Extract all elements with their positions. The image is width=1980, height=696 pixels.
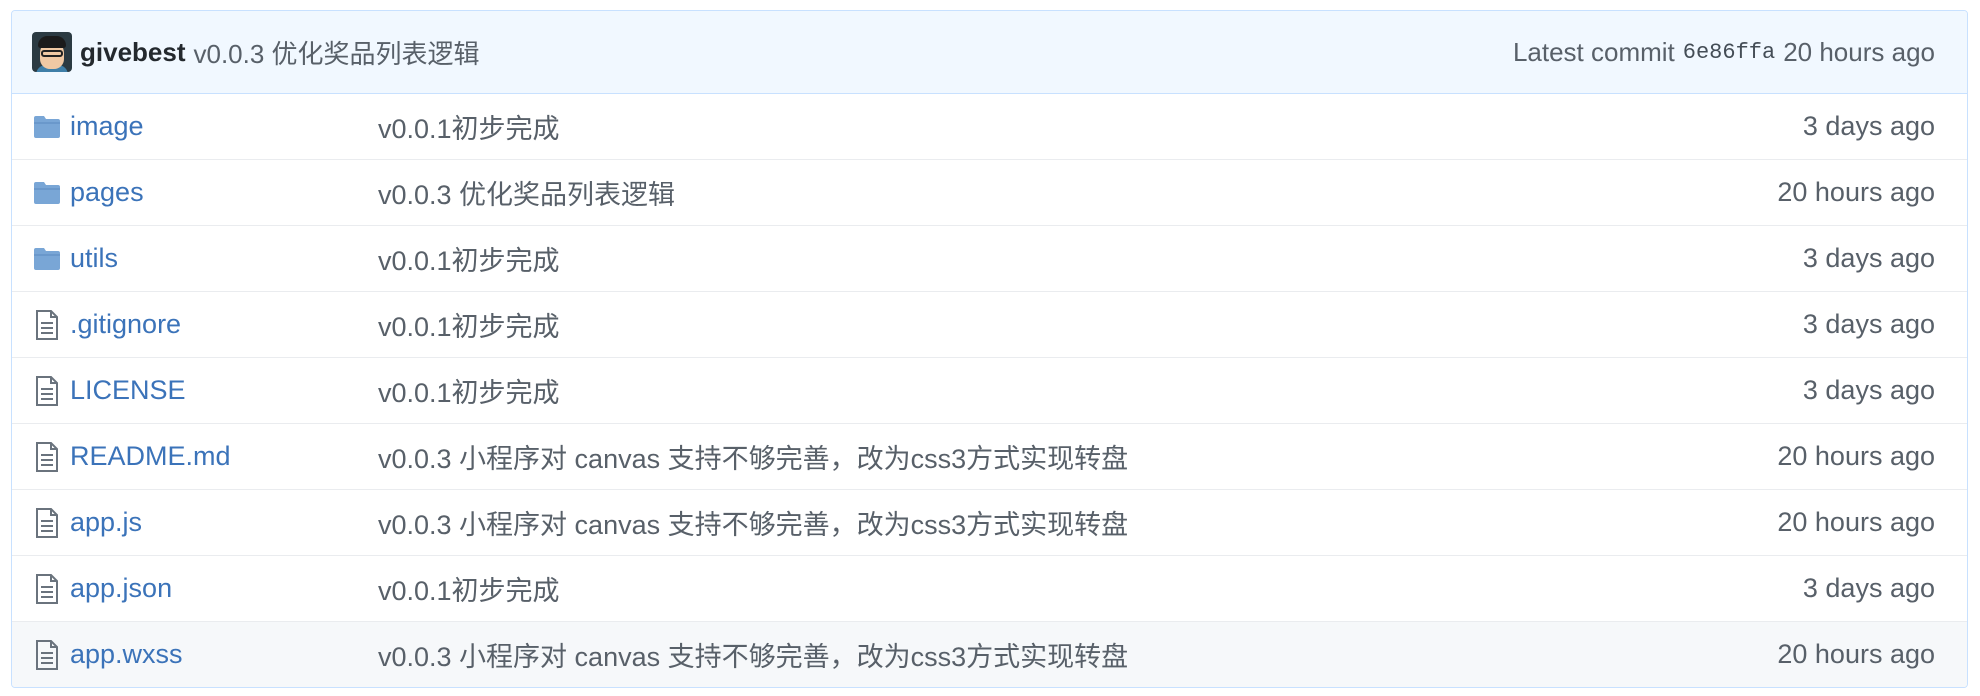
file-name-link[interactable]: .gitignore [70,309,378,340]
file-name-link[interactable]: README.md [70,441,378,472]
file-name-link[interactable]: app.json [70,573,378,604]
file-rows: image v0.0.1初步完成 3 days ago pages v0.0.3 优化奖… [12,94,1967,687]
file-age: 3 days ago [1802,309,1935,339]
commit-sha-link[interactable]: 6e86ffa [1683,40,1775,65]
file-commit-message-link[interactable]: v0.0.1初步完成 [378,371,1803,410]
file-commit-message-link[interactable]: v0.0.1初步完成 [378,305,1803,344]
file-icon [32,375,62,406]
file-age: 20 hours ago [1777,441,1935,471]
file-commit-message-link[interactable]: v0.0.3 小程序对 canvas 支持不够完善，改为css3方式实现转盘 [378,503,1777,542]
file-age: 20 hours ago [1777,177,1935,207]
file-icon [32,507,62,538]
file-icon [32,309,62,340]
commit-author-link[interactable]: givebest [80,37,186,68]
file-icon [32,573,62,604]
file-age: 3 days ago [1802,375,1935,405]
file-row[interactable]: README.md v0.0.3 小程序对 canvas 支持不够完善，改为css… [12,423,1967,489]
file-list: givebest v0.0.3 优化奖品列表逻辑 Latest commit 6… [11,10,1968,688]
latest-commit-label: Latest commit [1512,36,1675,67]
file-commit-message-link[interactable]: v0.0.3 小程序对 canvas 支持不够完善，改为css3方式实现转盘 [378,635,1777,674]
commit-message-link[interactable]: v0.0.3 优化奖品列表逻辑 [194,34,480,71]
file-age: 3 days ago [1802,243,1935,273]
file-row[interactable]: app.json v0.0.1初步完成 3 days ago [12,555,1967,621]
folder-icon [32,178,62,208]
file-name-link[interactable]: pages [70,177,378,208]
file-age: 20 hours ago [1777,507,1935,537]
file-name-link[interactable]: utils [70,243,378,274]
file-age: 3 days ago [1802,111,1935,141]
file-row[interactable]: image v0.0.1初步完成 3 days ago [12,94,1967,159]
folder-icon [32,112,62,142]
file-row[interactable]: utils v0.0.1初步完成 3 days ago [12,225,1967,291]
file-icon [32,441,62,472]
file-row[interactable]: .gitignore v0.0.1初步完成 3 days ago [12,291,1967,357]
file-name-link[interactable]: image [70,111,378,142]
file-row[interactable]: pages v0.0.3 优化奖品列表逻辑 20 hours ago [12,159,1967,225]
file-commit-message-link[interactable]: v0.0.3 小程序对 canvas 支持不够完善，改为css3方式实现转盘 [378,437,1777,476]
file-row[interactable]: app.wxss v0.0.3 小程序对 canvas 支持不够完善，改为css3… [12,621,1967,687]
file-name-link[interactable]: app.js [70,507,378,538]
file-age: 20 hours ago [1777,639,1935,669]
file-row[interactable]: LICENSE v0.0.1初步完成 3 days ago [12,357,1967,423]
file-commit-message-link[interactable]: v0.0.1初步完成 [378,107,1803,146]
file-row[interactable]: app.js v0.0.3 小程序对 canvas 支持不够完善，改为css3方式… [12,489,1967,555]
author-avatar[interactable] [32,32,72,72]
commit-tease: givebest v0.0.3 优化奖品列表逻辑 Latest commit 6… [12,11,1967,94]
file-icon [32,639,62,670]
file-commit-message-link[interactable]: v0.0.1初步完成 [378,239,1803,278]
file-age: 3 days ago [1802,573,1935,603]
file-commit-message-link[interactable]: v0.0.3 优化奖品列表逻辑 [378,173,1777,212]
file-commit-message-link[interactable]: v0.0.1初步完成 [378,569,1803,608]
file-name-link[interactable]: app.wxss [70,639,378,670]
folder-icon [32,244,62,274]
commit-age: 20 hours ago [1783,36,1935,67]
file-name-link[interactable]: LICENSE [70,375,378,406]
